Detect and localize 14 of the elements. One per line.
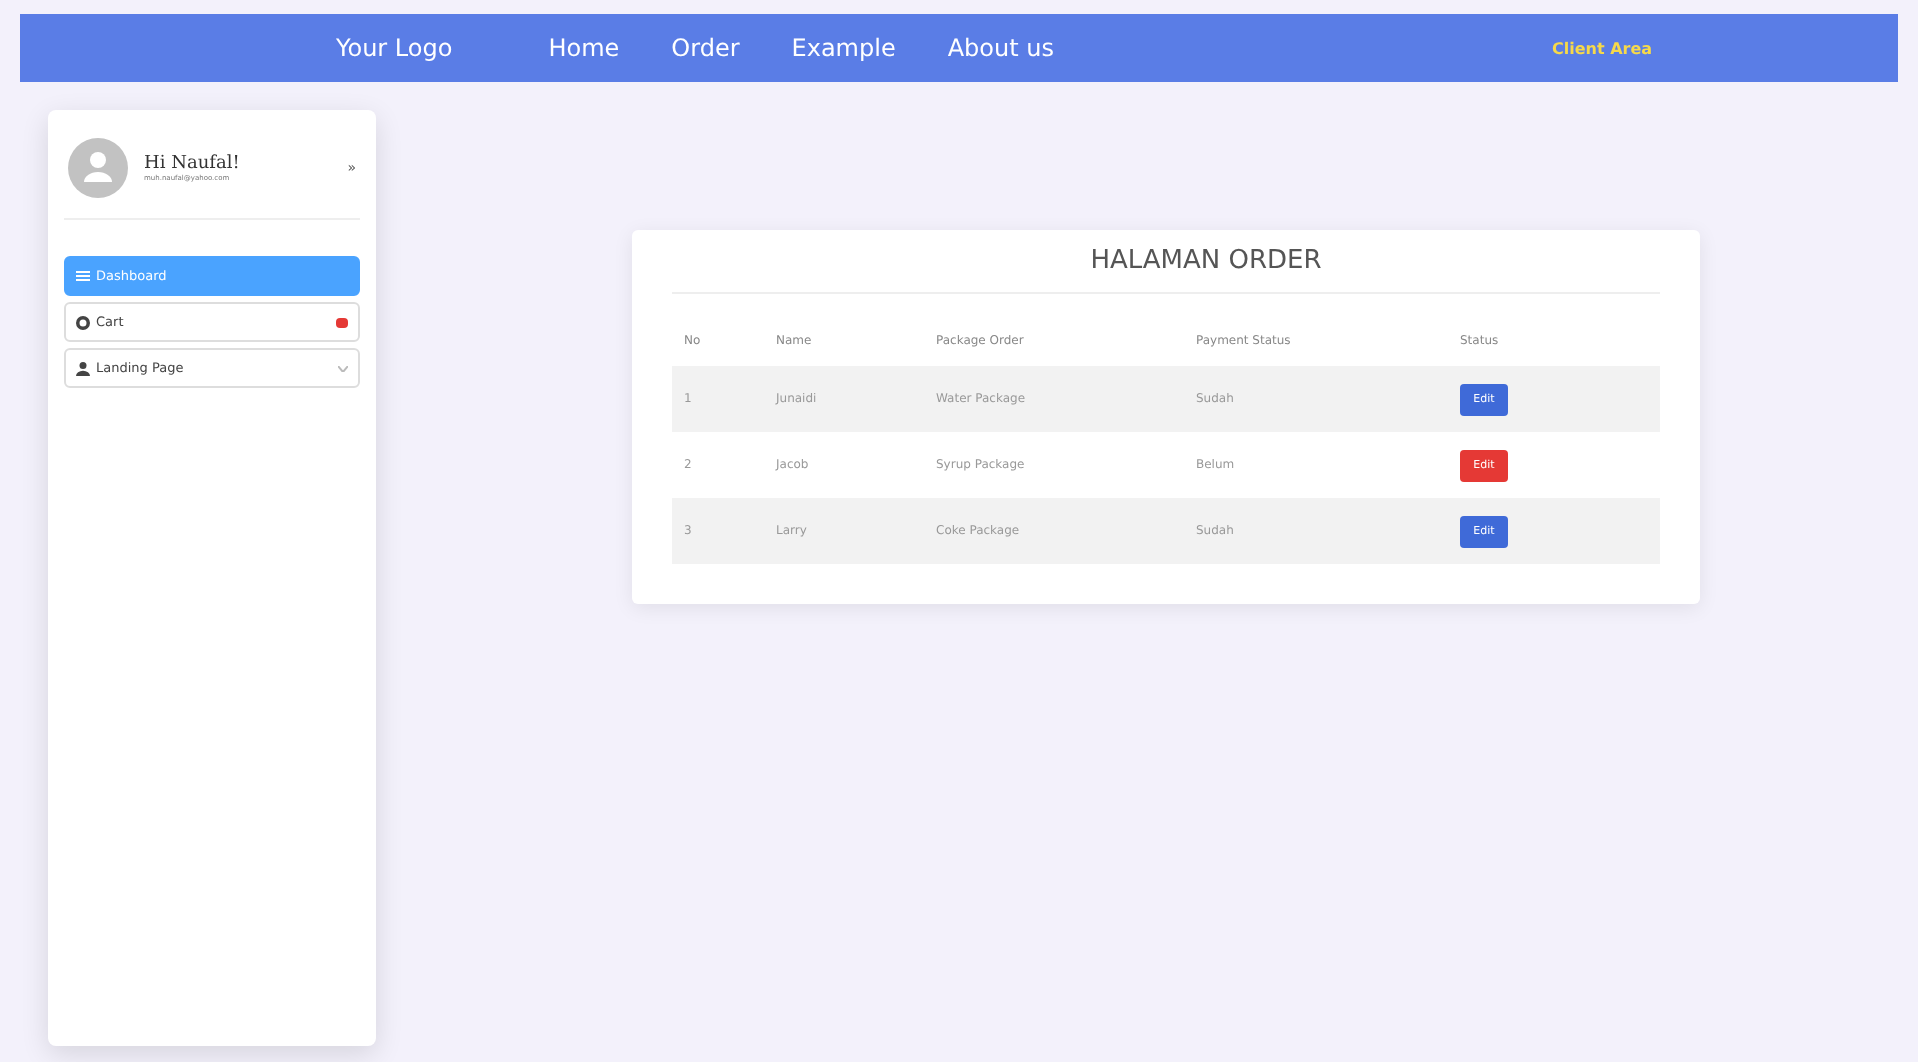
gear-icon bbox=[76, 315, 90, 329]
nav-link[interactable]: Example bbox=[791, 34, 896, 62]
caret-icon bbox=[338, 365, 348, 371]
menu-icon bbox=[76, 270, 90, 282]
nav-link[interactable]: Order bbox=[671, 34, 740, 62]
logo-text[interactable]: Your Logo bbox=[336, 34, 453, 62]
person-icon bbox=[76, 361, 90, 375]
page-title: HALAMAN ORDER bbox=[672, 246, 1660, 294]
nav-link[interactable]: About us bbox=[947, 34, 1054, 62]
avatar-icon bbox=[68, 138, 128, 198]
client-area-link[interactable]: Client Area bbox=[1551, 39, 1653, 57]
user-greeting: Hi Naufal! bbox=[144, 154, 242, 174]
nav-link[interactable]: Home bbox=[548, 34, 620, 62]
notification-badge bbox=[336, 317, 348, 327]
